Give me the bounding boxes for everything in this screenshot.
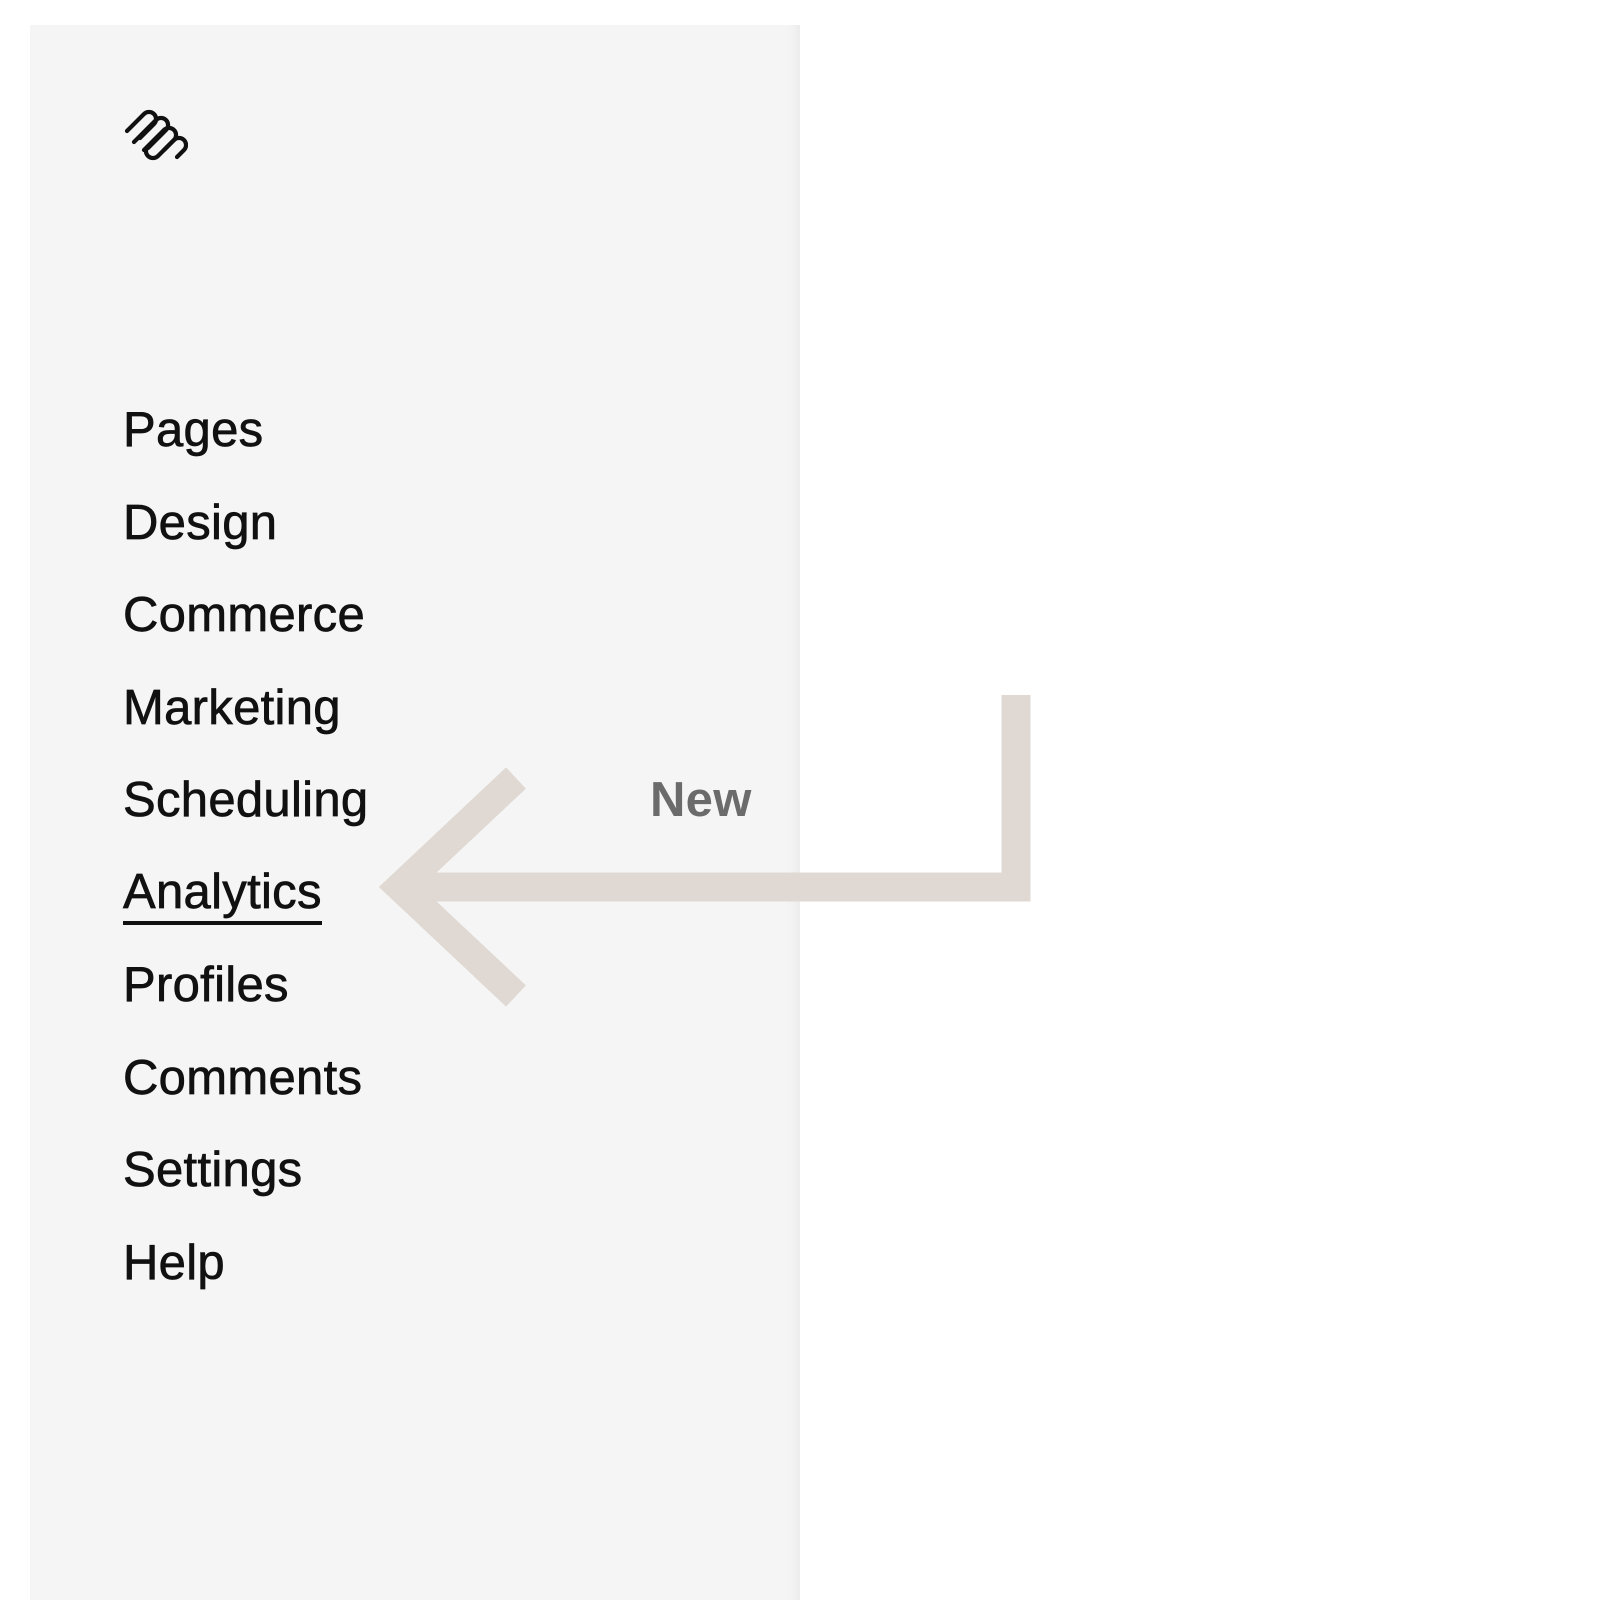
sidebar-item-marketing[interactable]: Marketing [123,678,368,771]
squarespace-logo-icon[interactable] [122,105,188,161]
sidebar-item-help[interactable]: Help [123,1233,368,1326]
sidebar-item-analytics[interactable]: Analytics [123,863,368,956]
sidebar-item-settings[interactable]: Settings [123,1140,368,1233]
sidebar-item-label[interactable]: Marketing [123,678,341,738]
sidebar-item-label[interactable]: Commerce [123,585,365,645]
sidebar-item-label[interactable]: Comments [123,1048,363,1108]
sidebar: Pages Design Commerce Marketing Scheduli… [30,25,800,1600]
sidebar-item-design[interactable]: Design [123,493,368,586]
sidebar-item-label[interactable]: Scheduling [123,770,369,830]
page: Pages Design Commerce Marketing Scheduli… [0,0,1620,1620]
sidebar-item-profiles[interactable]: Profiles [123,955,368,1048]
sidebar-nav: Pages Design Commerce Marketing Scheduli… [123,400,752,1326]
sidebar-item-label[interactable]: Design [123,493,278,553]
sidebar-item-pages[interactable]: Pages [123,400,368,493]
sidebar-item-label[interactable]: Help [123,1233,225,1293]
sidebar-item-commerce[interactable]: Commerce [123,585,368,678]
sidebar-item-label[interactable]: Pages [123,400,264,460]
new-badge: New [650,773,752,827]
sidebar-item-label[interactable]: Analytics [123,863,322,925]
sidebar-item-comments[interactable]: Comments [123,1048,368,1141]
sidebar-item-label[interactable]: Profiles [123,955,289,1015]
sidebar-item-scheduling[interactable]: Scheduling New [123,770,752,863]
sidebar-item-label[interactable]: Settings [123,1140,303,1200]
